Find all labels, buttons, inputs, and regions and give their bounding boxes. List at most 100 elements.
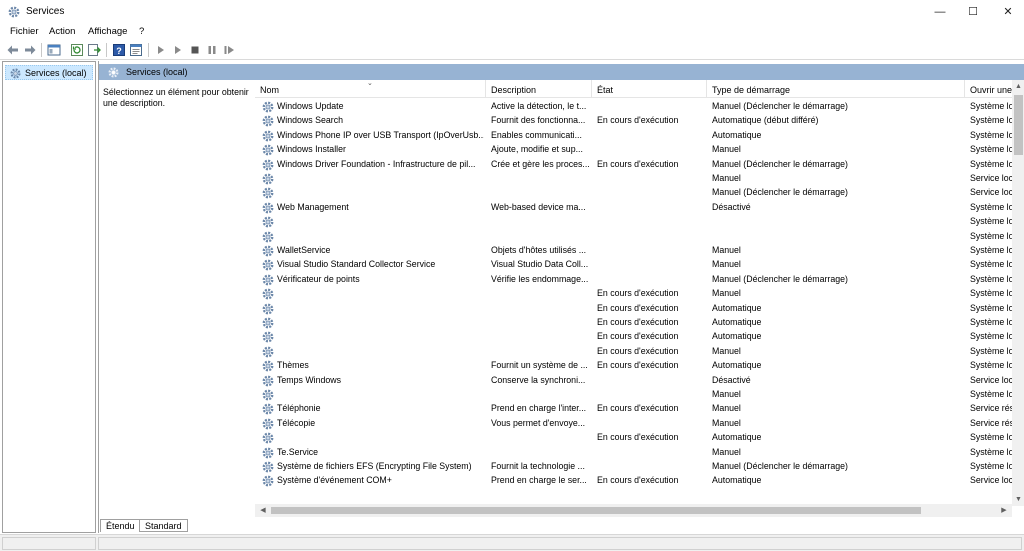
service-startup-cell: Automatique — [712, 129, 762, 140]
service-row[interactable]: Windows Update Active la détection, le t.… — [255, 100, 1024, 114]
column-header-row: Nom ⌄ Description État Type de démarrage … — [255, 80, 1024, 98]
service-row[interactable]: Téléphonie Prend en charge l'inter... En c… — [255, 402, 1024, 416]
service-gear-icon — [261, 114, 275, 128]
status-bar — [0, 534, 1024, 551]
menu-affichage[interactable]: Affichage — [88, 26, 127, 37]
service-name-cell: Visual Studio Standard Collector Service — [277, 259, 436, 270]
export-list-icon[interactable] — [87, 43, 101, 57]
service-state-cell: En cours d'exécution — [597, 432, 679, 443]
service-row[interactable]: Système de fichiers EFS (Encrypting File… — [255, 460, 1024, 474]
service-startup-cell: Désactivé — [712, 374, 751, 385]
vertical-scroll-thumb[interactable] — [1014, 95, 1023, 155]
pause-service-icon[interactable] — [205, 43, 219, 57]
start-alt-icon[interactable] — [171, 43, 185, 57]
service-row[interactable]: En cours d'exécution Automatique Système l… — [255, 330, 1024, 344]
service-name-cell: Système d'événement COM+ — [277, 475, 392, 486]
start-service-icon[interactable] — [154, 43, 168, 57]
service-startup-cell: Manuel — [712, 446, 741, 457]
panel-header: Services (local) — [99, 64, 1024, 80]
back-arrow-icon[interactable] — [6, 43, 20, 57]
service-row[interactable]: En cours d'exécution Manuel Système lo — [255, 345, 1024, 359]
service-row[interactable]: Temps Windows Conserve la synchroni... Dés… — [255, 374, 1024, 388]
menu-fichier[interactable]: Fichier — [10, 26, 39, 37]
tree-node-services-local[interactable]: Services (local) — [5, 65, 93, 80]
service-row[interactable]: Thèmes Fournit un système de ... En cours … — [255, 359, 1024, 373]
service-row[interactable]: Télécopie Vous permet d'envoye... Manuel Se… — [255, 417, 1024, 431]
scroll-up-icon[interactable]: ▲ — [1012, 80, 1024, 93]
column-header-name[interactable]: Nom ⌄ — [255, 80, 486, 98]
service-row[interactable]: Système d'événement COM+ Prend en charge … — [255, 474, 1024, 488]
column-header-state[interactable]: État — [592, 80, 707, 98]
service-row[interactable]: En cours d'exécution Automatique Système l… — [255, 316, 1024, 330]
service-startup-cell: Manuel (Déclencher le démarrage) — [712, 187, 848, 198]
service-row[interactable]: Windows Installer Ajoute, modifie et sup.… — [255, 143, 1024, 157]
service-row[interactable]: Web Management Web-based device ma... Désa… — [255, 201, 1024, 215]
service-gear-icon — [261, 186, 275, 200]
service-name-cell: Windows Phone IP over USB Transport (IpO… — [277, 129, 484, 140]
view-tabs: Étendu Standard — [99, 517, 1024, 533]
stop-service-icon[interactable] — [188, 43, 202, 57]
service-gear-icon — [261, 460, 275, 474]
column-header-description[interactable]: Description — [486, 80, 592, 98]
close-button[interactable]: ✕ — [985, 0, 1024, 24]
service-startup-cell: Automatique — [712, 360, 762, 371]
service-row[interactable]: Windows Driver Foundation - Infrastructu… — [255, 158, 1024, 172]
service-row[interactable]: Système lo — [255, 230, 1024, 244]
scroll-right-icon[interactable]: ▶ — [998, 504, 1010, 517]
service-gear-icon — [261, 287, 275, 301]
service-startup-cell: Automatique — [712, 302, 762, 313]
vertical-scrollbar[interactable]: ▲ ▼ — [1012, 80, 1024, 506]
console-tree: Services (local) — [2, 61, 96, 533]
service-description-cell: Fournit un système de ... — [491, 360, 588, 371]
service-state-cell: En cours d'exécution — [597, 331, 679, 342]
service-row[interactable]: Manuel Service loc — [255, 172, 1024, 186]
tab-etendu[interactable]: Étendu — [100, 519, 141, 532]
toolbar-separator — [41, 43, 42, 57]
service-row[interactable]: Système lo — [255, 215, 1024, 229]
service-row[interactable]: Manuel Système lo — [255, 388, 1024, 402]
scroll-down-icon[interactable]: ▼ — [1012, 493, 1024, 506]
service-name-cell: Thèmes — [277, 360, 309, 371]
horizontal-scroll-thumb[interactable] — [271, 507, 921, 514]
service-name-cell: Téléphonie — [277, 403, 321, 414]
scroll-left-icon[interactable]: ◀ — [257, 504, 269, 517]
service-description-cell: Ajoute, modifie et sup... — [491, 144, 583, 155]
service-startup-cell: Manuel — [712, 173, 741, 183]
service-row[interactable]: En cours d'exécution Automatique Système l… — [255, 302, 1024, 316]
service-row[interactable]: En cours d'exécution Automatique Système l… — [255, 431, 1024, 445]
column-header-startup-type[interactable]: Type de démarrage — [707, 80, 965, 98]
service-row[interactable]: Te.Service Manuel Système lo — [255, 446, 1024, 460]
service-gear-icon — [261, 302, 275, 316]
service-gear-icon — [261, 158, 275, 172]
service-startup-cell: Manuel — [712, 417, 741, 428]
service-startup-cell: Manuel — [712, 345, 741, 356]
help-icon[interactable]: ? — [112, 43, 126, 57]
forward-arrow-icon[interactable] — [23, 43, 37, 57]
service-row[interactable]: Visual Studio Standard Collector Service… — [255, 258, 1024, 272]
properties-icon[interactable] — [129, 43, 143, 57]
title-bar: Services — ☐ ✕ — [0, 0, 1024, 24]
menu-help[interactable]: ? — [139, 26, 144, 37]
horizontal-scrollbar[interactable]: ◀ ▶ — [255, 504, 1012, 517]
service-row[interactable]: Vérificateur de points Vérifie les endomm… — [255, 273, 1024, 287]
service-row[interactable]: En cours d'exécution Manuel Système lo — [255, 287, 1024, 301]
menu-action[interactable]: Action — [49, 26, 75, 37]
service-description-cell: Active la détection, le t... — [491, 101, 587, 111]
services-panel: Services (local) Sélectionnez un élément… — [98, 61, 1024, 533]
service-description-cell: Vérifie les endommage... — [491, 273, 589, 284]
service-state-cell: En cours d'exécution — [597, 302, 679, 313]
service-row[interactable]: WalletService Objets d'hôtes utilisés ...… — [255, 244, 1024, 258]
service-startup-cell: Automatique — [712, 331, 762, 342]
services-gear-icon — [8, 6, 20, 18]
service-row[interactable]: Windows Phone IP over USB Transport (IpO… — [255, 129, 1024, 143]
services-gear-icon — [10, 68, 21, 79]
service-name-cell: Télécopie — [277, 417, 316, 428]
restart-service-icon[interactable] — [222, 43, 236, 57]
show-console-tree-icon[interactable] — [47, 43, 61, 57]
service-row[interactable]: Windows Search Fournit des fonctionna... E… — [255, 114, 1024, 128]
service-name-cell: Windows Driver Foundation - Infrastructu… — [277, 158, 476, 169]
tab-standard[interactable]: Standard — [139, 519, 188, 532]
service-row[interactable]: Manuel (Déclencher le démarrage) Service … — [255, 186, 1024, 200]
status-segment — [98, 537, 1022, 550]
refresh-icon[interactable] — [70, 43, 84, 57]
